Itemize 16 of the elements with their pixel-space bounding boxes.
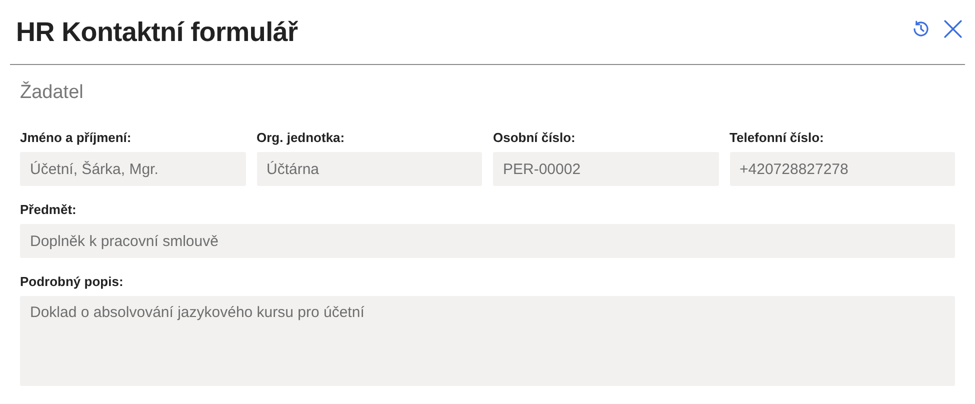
field-label: Předmět: bbox=[20, 202, 78, 217]
input-field[interactable]: Doplněk k pracovní smlouvě bbox=[20, 224, 955, 258]
close-icon[interactable] bbox=[943, 19, 963, 39]
field-label: Org. jednotka: bbox=[256, 130, 346, 145]
field-label: Osobní číslo: bbox=[493, 130, 576, 145]
input-field[interactable]: Účetní, Šárka, Mgr. bbox=[20, 152, 246, 186]
description-field[interactable]: Doklad o absolvování jazykového kursu pro účetní bbox=[20, 296, 955, 386]
field-label: Jméno a příjmení: bbox=[20, 130, 132, 145]
form-title: HR Kontaktní formulář bbox=[16, 16, 298, 48]
input-field[interactable]: Účtárna bbox=[256, 152, 482, 186]
input-field[interactable]: +420728827278 bbox=[730, 152, 955, 186]
section-title: Žadatel bbox=[20, 82, 84, 104]
input-field[interactable]: PER-00002 bbox=[493, 152, 718, 186]
field-label: Telefonní číslo: bbox=[730, 130, 825, 145]
history-icon[interactable] bbox=[911, 19, 931, 39]
field-label: Podrobný popis: bbox=[20, 274, 124, 289]
